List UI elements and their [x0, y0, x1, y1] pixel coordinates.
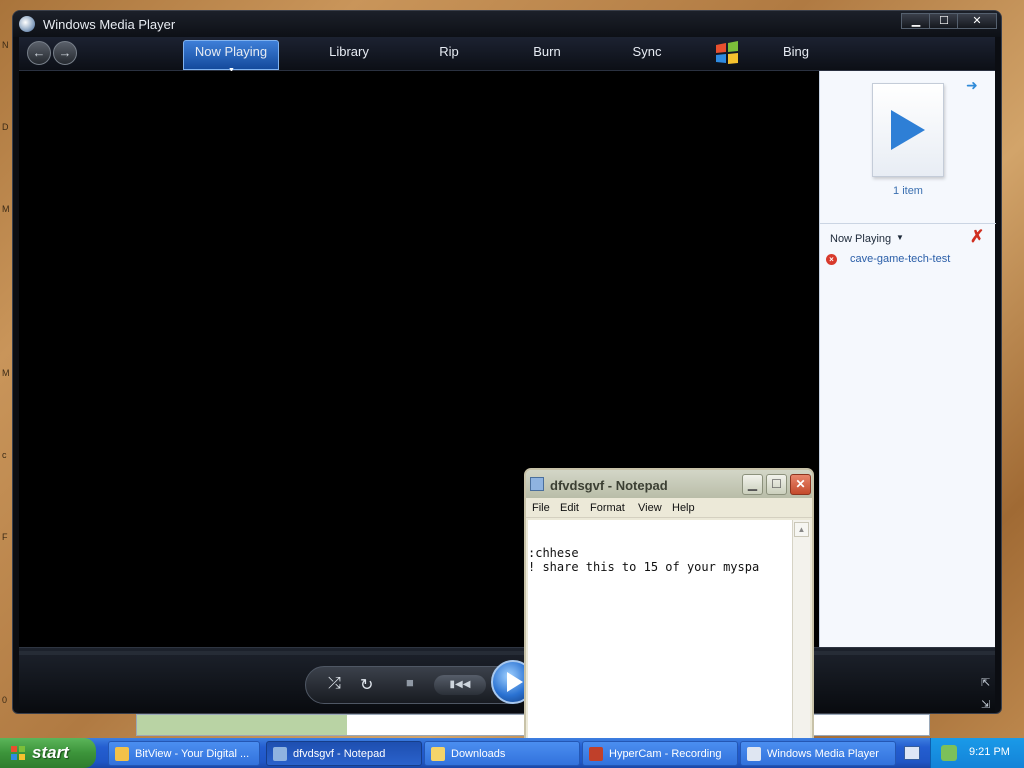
tab-now-playing[interactable]: Now Playing ▼ [183, 40, 279, 74]
close-button[interactable]: ✕ [957, 13, 997, 29]
taskbar-button-label: BitView - Your Digital ... [135, 748, 250, 760]
notepad-menubar: File Edit Format View Help [526, 498, 812, 518]
notepad-titlebar[interactable]: dfvdsgvf - Notepad ▁ ☐ ✕ [526, 470, 812, 498]
desktop-icon-label-c: c [2, 450, 7, 460]
menu-view[interactable]: View [638, 502, 662, 514]
taskbar-button-label: Downloads [451, 748, 506, 760]
media-player-title: Windows Media Player [43, 17, 176, 32]
shuffle-icon[interactable]: ⤮ [328, 675, 341, 693]
media-player-window: Windows Media Player ▁ ☐ ✕ ← → Now Playi… [12, 10, 1002, 714]
folder-icon [431, 747, 445, 761]
desktop-icon-label-d: D [2, 122, 9, 132]
previous-button[interactable]: ▮◀◀ [434, 675, 486, 695]
stop-icon[interactable]: ■ [406, 675, 414, 690]
windows-flag-icon [11, 746, 25, 760]
playback-controls: ⤮ ↻ ■ ▮◀◀ ⇱ ⇲ [19, 647, 995, 713]
switch-view-icon[interactable]: ⇱ [981, 676, 990, 689]
scroll-up-icon[interactable]: ▲ [794, 522, 809, 537]
arrow-right-icon[interactable]: ➜ [966, 77, 978, 94]
taskbar-button-label: dfvdsgvf - Notepad [293, 748, 386, 760]
play-icon [891, 110, 925, 150]
error-icon: × [826, 254, 837, 265]
clear-list-icon[interactable]: ✗ [970, 227, 984, 247]
repeat-icon[interactable]: ↻ [360, 675, 373, 695]
taskbar-button-label: HyperCam - Recording [609, 748, 722, 760]
media-player-icon [747, 747, 761, 761]
background-window-fill [137, 715, 347, 735]
clock[interactable]: 9:21 PM [969, 746, 1010, 758]
keyboard-icon[interactable] [904, 746, 920, 760]
item-count: 1 item [893, 185, 923, 197]
hypercam-icon [589, 747, 603, 761]
seek-bar[interactable] [19, 651, 995, 655]
notepad-icon [273, 747, 287, 761]
desktop-icon-label-m2: M [2, 368, 10, 378]
maximize-button[interactable]: ☐ [929, 13, 959, 29]
tab-library[interactable]: Library [309, 37, 389, 69]
desktop-icon-label-n: N [2, 40, 9, 50]
notepad-maximize-button[interactable]: ☐ [766, 474, 787, 495]
play-icon [507, 672, 523, 692]
tray-status-icon[interactable] [941, 745, 957, 761]
playlist-track[interactable]: cave-game-tech-test [850, 253, 950, 265]
taskbar-button-media-player[interactable]: Windows Media Player [740, 741, 896, 766]
notepad-title: dfvdsgvf - Notepad [550, 478, 668, 493]
menu-format[interactable]: Format [590, 502, 625, 514]
start-button[interactable]: start [0, 738, 96, 768]
tab-bing[interactable]: Bing [761, 37, 831, 69]
desktop-icon-label-m1: M [2, 204, 10, 214]
notepad-close-button[interactable]: ✕ [790, 474, 811, 495]
taskbar: start BitView - Your Digital ... dfvdsgv… [0, 738, 1024, 768]
menu-help[interactable]: Help [672, 502, 695, 514]
text-line: :chhese [528, 546, 579, 560]
forward-arrow-icon[interactable]: → [53, 41, 77, 65]
desktop-icon-label-f: F [2, 532, 8, 542]
media-player-app-icon [19, 16, 35, 32]
tab-rip[interactable]: Rip [419, 37, 479, 69]
notepad-app-icon [530, 477, 544, 491]
now-playing-list-label[interactable]: Now Playing [830, 233, 891, 245]
browser-icon [115, 747, 129, 761]
text-line: ! share this to 15 of your myspa [528, 560, 760, 574]
taskbar-button-bitview[interactable]: BitView - Your Digital ... [108, 741, 260, 766]
list-divider [820, 223, 996, 224]
taskbar-button-notepad[interactable]: dfvdsgvf - Notepad [266, 741, 422, 766]
taskbar-button-label: Windows Media Player [767, 748, 879, 760]
system-tray: 9:21 PM [930, 738, 1024, 768]
vertical-scrollbar[interactable]: ▲ [792, 520, 810, 740]
notepad-text-area[interactable]: :chhese ! share this to 15 of your myspa [528, 520, 792, 740]
chevron-down-icon[interactable]: ▼ [896, 233, 904, 242]
tab-now-playing-label: Now Playing [194, 44, 268, 59]
tab-burn[interactable]: Burn [517, 37, 577, 69]
playlist-thumbnail[interactable] [872, 83, 944, 177]
menu-file[interactable]: File [532, 502, 550, 514]
back-arrow-icon[interactable]: ← [27, 41, 51, 65]
taskbar-button-hypercam[interactable]: HyperCam - Recording [582, 741, 738, 766]
taskbar-button-downloads[interactable]: Downloads [424, 741, 580, 766]
start-label: start [32, 743, 69, 762]
list-pane: ➜ 1 item Now Playing ▼ ✗ × cave-game-tec… [819, 71, 996, 647]
media-player-navbar: ← → Now Playing ▼ Library Rip Burn Sync … [19, 37, 995, 74]
menu-edit[interactable]: Edit [560, 502, 579, 514]
windows-flag-icon[interactable] [713, 40, 741, 66]
notepad-window: dfvdsgvf - Notepad ▁ ☐ ✕ File Edit Forma… [524, 468, 814, 740]
tab-sync[interactable]: Sync [617, 37, 677, 69]
desktop-icon-label-0: 0 [2, 695, 8, 705]
notepad-minimize-button[interactable]: ▁ [742, 474, 763, 495]
resize-grip-icon[interactable]: ⇲ [981, 698, 990, 711]
media-player-titlebar[interactable]: Windows Media Player ▁ ☐ ✕ [13, 11, 1001, 37]
minimize-button[interactable]: ▁ [901, 13, 931, 29]
